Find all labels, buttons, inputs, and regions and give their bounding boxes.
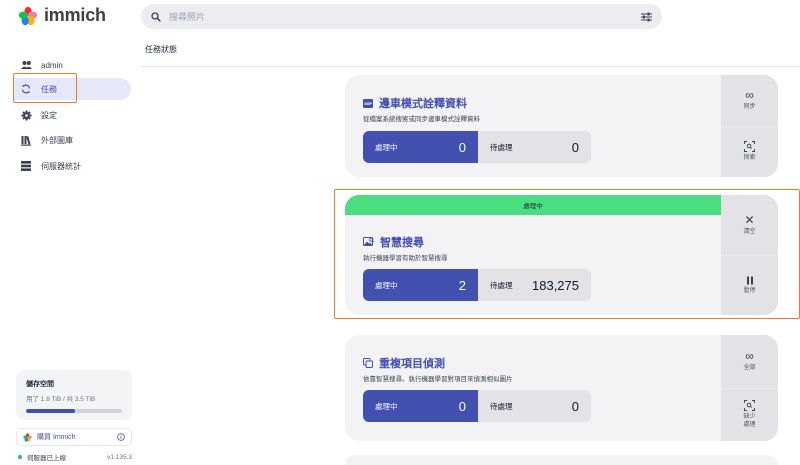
storage-title: 儲存空間 [26, 381, 54, 388]
server-icon [20, 160, 32, 172]
job-actions: ∞ 全部 缺少 處理 [721, 335, 778, 441]
server-status: 伺服器已上線 v1.135.3 [18, 452, 132, 462]
sidebar-item-label: 設定 [41, 110, 57, 120]
waiting-count: 183,275 [532, 277, 579, 293]
job-counts: 處理中 0 待處理 0 [363, 390, 591, 422]
gear-icon [20, 109, 32, 121]
header-divider [141, 66, 800, 67]
waiting-label: 待處理 [490, 401, 513, 411]
buy-immich-label: 購買 Immich [37, 434, 76, 441]
search-icon [151, 11, 161, 22]
active-count-box: 處理中 0 [363, 390, 478, 422]
sidebar-item-label: 外部圖庫 [41, 135, 73, 145]
scan-icon [744, 141, 755, 152]
discover-button[interactable]: 探索 [721, 125, 778, 178]
action-label: 缺少 處理 [743, 414, 756, 428]
buy-immich-button[interactable]: 購買 Immich [16, 428, 132, 446]
image-search-icon [363, 237, 374, 246]
sidebar-item-label: admin [41, 60, 63, 70]
active-count: 0 [458, 398, 466, 414]
status-dot-icon [18, 455, 22, 459]
filter-options-icon[interactable] [641, 12, 652, 22]
job-title: XMP 邊車模式詮釋資料 [363, 95, 467, 111]
job-actions: ✕ 清空 暫停 [721, 195, 778, 315]
active-count: 0 [458, 139, 466, 155]
sidebar-item-external-library[interactable]: 外部圖庫 [14, 129, 131, 151]
pause-button[interactable]: 暫停 [721, 254, 778, 316]
waiting-label: 待處理 [490, 142, 513, 152]
missing-button[interactable]: 缺少 處理 [721, 387, 778, 442]
search-bar[interactable] [141, 4, 662, 29]
waiting-count: 0 [571, 398, 579, 414]
action-label: 全部 [743, 365, 756, 371]
highlight-box-jobs [13, 73, 77, 103]
storage-progress-bar [26, 409, 122, 413]
job-counts: 處理中 2 待處理 183,275 [363, 269, 591, 301]
job-description: 從檔案系統搜索或同步邊車模式詮釋資料 [363, 116, 480, 123]
infinity-icon: ∞ [745, 349, 754, 363]
waiting-count: 0 [571, 139, 579, 155]
waiting-count-box: 待處理 0 [478, 131, 591, 163]
infinity-icon: ∞ [745, 88, 754, 102]
logo-text: immich [44, 5, 106, 25]
job-title-text: 重複項目偵測 [379, 358, 445, 370]
library-icon [20, 134, 32, 146]
pause-icon [746, 276, 753, 284]
waiting-count-box: 待處理 183,275 [478, 269, 591, 301]
immich-logo-icon [18, 6, 38, 25]
sidebar-item-server-stats[interactable]: 伺服器統計 [14, 155, 131, 177]
svg-text:XMP: XMP [364, 102, 372, 106]
action-label: 同步 [743, 104, 756, 110]
server-version[interactable]: v1.135.3 [107, 454, 132, 461]
sidebar-item-settings[interactable]: 設定 [14, 104, 131, 126]
job-title-text: 智慧搜尋 [380, 237, 424, 249]
sidecar-file-icon: XMP [363, 98, 373, 108]
app-logo[interactable]: immich [18, 5, 106, 26]
action-label: 清空 [743, 228, 756, 235]
job-card-smart-search: 處理中 智慧搜尋 執行機器學習有助於智慧搜尋 處理中 2 待處理 183,275… [345, 195, 778, 315]
job-description: 依靠智慧搜尋。執行機器學習對項目來偵測相似圖片 [363, 376, 513, 383]
page-title: 任務狀態 [145, 45, 177, 54]
storage-usage: 用了 1.8 TiB / 共 3.5 TiB [26, 396, 96, 403]
job-card-sidecar: XMP 邊車模式詮釋資料 從檔案系統搜索或同步邊車模式詮釋資料 處理中 0 待處… [345, 75, 778, 177]
search-input[interactable] [169, 11, 641, 22]
waiting-label: 待處理 [490, 280, 513, 290]
app-root: immich admin 任務 設定 [0, 0, 800, 465]
active-count-box: 處理中 0 [363, 131, 478, 163]
storage-panel: 儲存空間 用了 1.8 TiB / 共 3.5 TiB [16, 370, 132, 420]
job-title-text: 邊車模式詮釋資料 [379, 98, 467, 110]
sidebar-item-label: 伺服器統計 [41, 161, 81, 171]
active-count-box: 處理中 2 [363, 269, 478, 301]
action-label: 探索 [743, 155, 756, 161]
active-label: 處理中 [375, 280, 398, 290]
users-icon [20, 59, 32, 71]
info-icon[interactable] [117, 433, 125, 441]
job-card-next [345, 455, 778, 465]
job-title: 智慧搜尋 [363, 234, 424, 250]
active-label: 處理中 [375, 142, 398, 152]
active-count: 2 [458, 277, 466, 293]
all-button[interactable]: ∞ 全部 [721, 335, 778, 388]
immich-logo-icon [23, 432, 32, 442]
duplicate-icon [363, 358, 373, 368]
job-counts: 處理中 0 待處理 0 [363, 131, 591, 163]
job-actions: ∞ 同步 探索 [721, 75, 778, 177]
active-label: 處理中 [375, 401, 398, 411]
clear-button[interactable]: ✕ 清空 [721, 195, 778, 255]
job-title: 重複項目偵測 [363, 355, 445, 371]
job-description: 執行機器學習有助於智慧搜尋 [363, 255, 448, 262]
job-card-duplicate-detection: 重複項目偵測 依靠智慧搜尋。執行機器學習對項目來偵測相似圖片 處理中 0 待處理… [345, 335, 778, 441]
scan-icon [744, 400, 755, 412]
running-banner: 處理中 [345, 195, 721, 215]
close-icon: ✕ [744, 212, 755, 227]
sync-button[interactable]: ∞ 同步 [721, 75, 778, 126]
action-label: 暫停 [743, 287, 756, 294]
server-status-text: 伺服器已上線 [27, 455, 66, 462]
storage-progress-fill [26, 409, 75, 413]
waiting-count-box: 待處理 0 [478, 390, 591, 422]
